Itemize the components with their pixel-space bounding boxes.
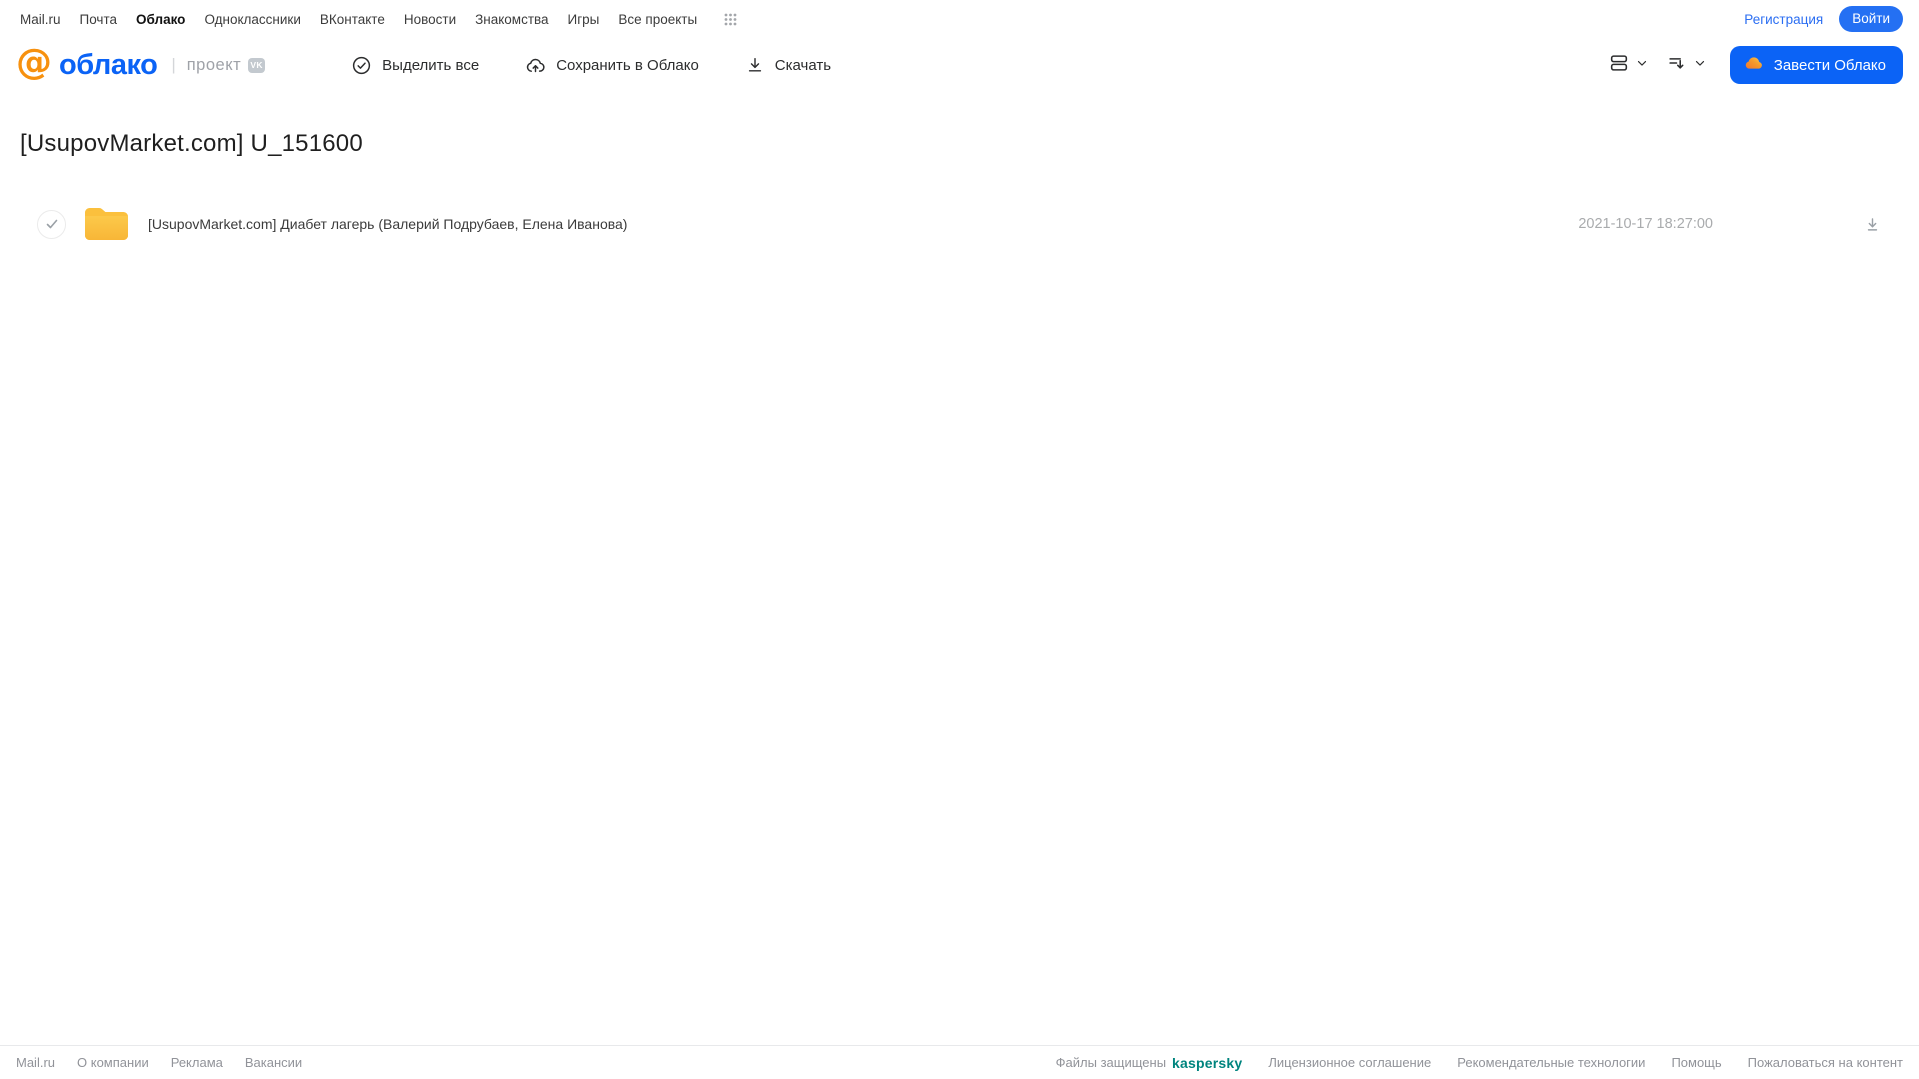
- topnav-link-novosti[interactable]: Новости: [404, 12, 456, 27]
- registration-link[interactable]: Регистрация: [1744, 12, 1823, 27]
- check-circle-icon: [351, 55, 372, 76]
- file-checkbox[interactable]: [37, 209, 66, 239]
- toolbar-actions: Выделить все Сохранить в Облако Скачать: [351, 55, 831, 76]
- topnav-link-vkontakte[interactable]: ВКонтакте: [320, 12, 385, 27]
- footer-link-about[interactable]: О компании: [77, 1055, 149, 1070]
- topnav-link-igry[interactable]: Игры: [568, 12, 600, 27]
- footer-link-recommendations[interactable]: Рекомендательные технологии: [1457, 1055, 1645, 1070]
- files-protected-label: Файлы защищены: [1055, 1055, 1167, 1070]
- chevron-down-icon: [1635, 56, 1649, 75]
- check-icon: [46, 219, 57, 229]
- file-list: [UsupovMarket.com] Диабет лагерь (Валери…: [0, 196, 1919, 252]
- chevron-down-icon: [1693, 56, 1707, 75]
- header-right-controls: Завести Облако: [1608, 46, 1903, 84]
- topnav-link-oblako[interactable]: Облако: [136, 12, 185, 27]
- apps-grid-icon[interactable]: [724, 13, 737, 26]
- folder-icon: [83, 206, 130, 242]
- footer-link-help[interactable]: Помощь: [1671, 1055, 1721, 1070]
- download-button[interactable]: Скачать: [745, 55, 831, 75]
- topnav-link-znakomstva[interactable]: Знакомства: [475, 12, 548, 27]
- cloud-icon: [1743, 52, 1765, 78]
- portal-topnav: Mail.ru Почта Облако Одноклассники ВКонт…: [0, 0, 1919, 34]
- select-all-button[interactable]: Выделить все: [351, 55, 479, 76]
- create-cloud-label: Завести Облако: [1773, 56, 1886, 74]
- save-to-cloud-label: Сохранить в Облако: [556, 56, 699, 74]
- view-mode-button[interactable]: [1608, 52, 1649, 79]
- footer-right-links: Файлы защищены kaspersky Лицензионное со…: [1056, 1055, 1903, 1071]
- kaspersky-logo[interactable]: kaspersky: [1172, 1055, 1242, 1071]
- file-name[interactable]: [UsupovMarket.com] Диабет лагерь (Валери…: [148, 216, 627, 232]
- login-button[interactable]: Войти: [1839, 6, 1903, 32]
- cloud-header: @ облако | проект VK Выделить все Сохран…: [0, 36, 1919, 94]
- cloud-logo[interactable]: @ облако | проект VK: [16, 42, 266, 83]
- topnav-link-pochta[interactable]: Почта: [80, 12, 118, 27]
- portal-links: Mail.ru Почта Облако Одноклассники ВКонт…: [20, 12, 737, 27]
- oblako-logo-text: облако: [59, 48, 158, 81]
- select-all-label: Выделить все: [382, 56, 480, 74]
- list-view-icon: [1608, 52, 1630, 79]
- save-to-cloud-button[interactable]: Сохранить в Облако: [525, 55, 699, 76]
- footer-link-mailru[interactable]: Mail.ru: [16, 1055, 55, 1070]
- file-date: 2021-10-17 18:27:00: [1578, 216, 1713, 232]
- topnav-link-vse-proekty[interactable]: Все проекты: [618, 12, 697, 27]
- files-protected: Файлы защищены kaspersky: [1056, 1055, 1243, 1071]
- mailru-at-icon: @: [16, 42, 52, 83]
- download-icon: [745, 55, 765, 75]
- vk-badge-icon: VK: [248, 57, 266, 73]
- main-content: [UsupovMarket.com] U_151600 [UsupovMarke…: [0, 130, 1919, 252]
- footer-left-links: Mail.ru О компании Реклама Вакансии: [16, 1055, 302, 1070]
- logo-divider: |: [171, 55, 176, 74]
- project-label: проект: [186, 55, 242, 74]
- create-cloud-button[interactable]: Завести Облако: [1729, 46, 1903, 84]
- cloud-upload-icon: [525, 55, 546, 76]
- footer-link-license[interactable]: Лицензионное соглашение: [1268, 1055, 1431, 1070]
- page-footer: Mail.ru О компании Реклама Вакансии Файл…: [0, 1045, 1919, 1079]
- footer-link-jobs[interactable]: Вакансии: [245, 1055, 302, 1070]
- footer-link-report[interactable]: Пожаловаться на контент: [1748, 1055, 1903, 1070]
- footer-link-ads[interactable]: Реклама: [171, 1055, 223, 1070]
- file-download-button[interactable]: [1863, 215, 1882, 234]
- file-download-icon: [1867, 217, 1878, 231]
- topnav-link-odnoklassniki[interactable]: Одноклассники: [204, 12, 300, 27]
- portal-auth: Регистрация Войти: [1744, 6, 1903, 32]
- topnav-link-mailru[interactable]: Mail.ru: [20, 12, 61, 27]
- sort-icon: [1666, 52, 1688, 79]
- file-row[interactable]: [UsupovMarket.com] Диабет лагерь (Валери…: [0, 196, 1919, 252]
- page-title: [UsupovMarket.com] U_151600: [20, 130, 363, 157]
- sort-button[interactable]: [1666, 52, 1707, 79]
- download-label: Скачать: [774, 56, 832, 74]
